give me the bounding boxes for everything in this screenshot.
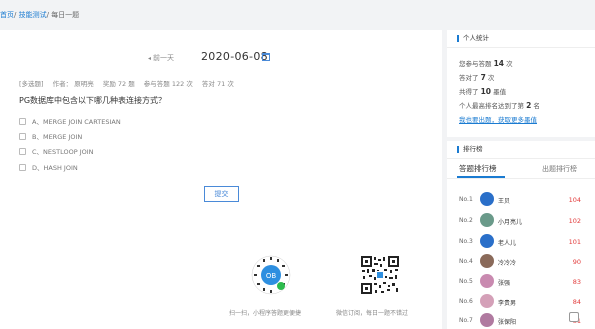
divider	[447, 47, 595, 48]
wechat-qr-code	[360, 255, 400, 295]
stat-correct: 答对了 7 次	[459, 72, 494, 82]
user-score: 102	[568, 217, 581, 225]
question-author: 作者： 原明亮	[52, 80, 94, 88]
option-label: B、MERGE JOIN	[32, 133, 83, 141]
stat-participated: 您参与答题 14 次	[459, 58, 513, 68]
current-date: 2020-06-08	[201, 50, 268, 63]
stat-unit: 次	[506, 60, 513, 68]
previous-day-label: 前一天	[153, 54, 175, 62]
checkbox[interactable]	[19, 164, 26, 171]
stat-label: 共得了	[459, 88, 479, 96]
rank-number: No.1	[459, 196, 473, 203]
stat-unit: 次	[487, 74, 495, 82]
top-bar: 首页/ 技能测试/ 每日一题	[0, 0, 595, 30]
leaderboard-panel: 排行榜 答题排行榜 出题排行榜 No.1 王贝 104 No.2 小月亮儿 10…	[447, 141, 595, 329]
previous-day-link[interactable]: ◂ 前一天	[148, 53, 174, 63]
breadcrumb-section[interactable]: 技能测试	[19, 11, 47, 19]
stat-best-rank: 个人最高排名达到了第 2 名	[459, 100, 540, 110]
feedback-icon[interactable]	[569, 312, 579, 322]
checkbox[interactable]	[19, 133, 26, 140]
user-score: 101	[568, 238, 581, 246]
leaderboard-row[interactable]: No.6 李贵男 84	[447, 294, 595, 310]
avatar	[480, 313, 494, 327]
user-name: 李贵男	[498, 300, 517, 307]
miniprogram-caption: 扫一扫，小程序答题更便捷	[229, 310, 302, 317]
question-text: PG数据库中包含以下哪几种表连接方式？	[19, 96, 167, 105]
option-c[interactable]: C、NESTLOOP JOIN	[19, 146, 94, 156]
avatar	[480, 234, 494, 248]
rank-number: No.3	[459, 238, 473, 245]
breadcrumb-current: 每日一题	[51, 11, 80, 19]
tab-answer-ranking[interactable]: 答题排行榜	[459, 163, 497, 174]
stat-value: 10	[480, 87, 492, 96]
stat-value: 14	[493, 59, 505, 68]
user-score: 84	[572, 298, 581, 306]
option-d[interactable]: D、HASH JOIN	[19, 162, 78, 172]
user-name: 小月亮儿	[498, 219, 523, 226]
rank-number: No.4	[459, 258, 473, 265]
user-name: 冷冷冷	[498, 260, 517, 267]
leaderboard-row[interactable]: No.2 小月亮儿 102	[447, 213, 595, 229]
breadcrumb: 首页/ 技能测试/ 每日一题	[0, 10, 79, 20]
question-panel: ◂ 前一天 2020-06-08 [多选题] 作者： 原明亮 奖励 72 题 参与…	[0, 30, 442, 329]
rank-number: No.5	[459, 278, 473, 285]
divider	[447, 178, 595, 179]
stat-unit: 墨值	[493, 88, 507, 96]
chevron-left-icon: ◂	[148, 55, 152, 62]
avatar	[480, 274, 494, 288]
question-type: [多选题]	[19, 80, 44, 88]
question-meta: [多选题] 作者： 原明亮 奖励 72 题 参与答题 122 次 答对 71 次	[19, 78, 241, 88]
leaderboard-row[interactable]: No.5 张强 83	[447, 274, 595, 290]
option-a[interactable]: A、MERGE JOIN CARTESIAN	[19, 116, 121, 126]
option-label: C、NESTLOOP JOIN	[32, 148, 94, 156]
stat-unit: 名	[533, 102, 540, 110]
breadcrumb-separator: /	[14, 11, 17, 19]
stat-label: 答对了	[459, 74, 479, 82]
rank-number: No.7	[459, 317, 473, 324]
avatar	[480, 294, 494, 308]
avatar	[480, 254, 494, 268]
checkbox[interactable]	[19, 148, 26, 155]
personal-stats-panel: 个人统计 您参与答题 14 次 答对了 7 次 共得了 10 墨值 个人最高排名…	[447, 30, 595, 137]
stat-value: 2	[526, 101, 532, 110]
wechat-caption: 微信订阅，每日一题不错过	[336, 310, 409, 317]
user-name: 王贝	[498, 198, 511, 205]
breadcrumb-separator: /	[46, 11, 49, 19]
user-name: 张强	[498, 280, 511, 287]
avatar	[480, 192, 494, 206]
calendar-icon[interactable]	[262, 53, 270, 61]
question-correct-count: 答对 71 次	[201, 80, 234, 88]
stat-label: 您参与答题	[459, 60, 492, 68]
option-label: D、HASH JOIN	[32, 164, 78, 172]
rank-number: No.2	[459, 217, 473, 224]
create-question-link[interactable]: 我也要出题，获取更多墨值	[459, 114, 537, 124]
user-score: 104	[568, 196, 581, 204]
tab-question-ranking[interactable]: 出题排行榜	[542, 164, 577, 174]
stat-label: 个人最高排名达到了第	[459, 102, 524, 110]
user-name: 张保阳	[498, 319, 517, 326]
question-points: 奖励 72 题	[102, 80, 135, 88]
user-name: 老人儿	[498, 240, 517, 247]
leaderboard-title: 排行榜	[457, 146, 483, 153]
breadcrumb-home[interactable]: 首页	[0, 11, 14, 19]
user-score: 90	[572, 258, 581, 266]
qr-logo-text: OB	[266, 272, 277, 280]
option-label: A、MERGE JOIN CARTESIAN	[32, 118, 121, 126]
date-navigation: ◂ 前一天 2020-06-08	[0, 50, 442, 66]
leaderboard-row[interactable]: No.4 冷冷冷 90	[447, 254, 595, 270]
divider	[447, 158, 595, 159]
leaderboard-row[interactable]: No.1 王贝 104	[447, 192, 595, 208]
leaderboard-row[interactable]: No.3 老人儿 101	[447, 234, 595, 250]
stat-value: 7	[480, 73, 486, 82]
submit-button[interactable]: 提交	[204, 186, 239, 202]
personal-stats-title: 个人统计	[457, 35, 489, 42]
rank-number: No.6	[459, 298, 473, 305]
question-participants: 参与答题 122 次	[143, 80, 193, 88]
option-b[interactable]: B、MERGE JOIN	[19, 131, 82, 141]
user-score: 83	[572, 278, 581, 286]
checkbox[interactable]	[19, 118, 26, 125]
miniprogram-qr-code: OB	[251, 255, 291, 295]
avatar	[480, 213, 494, 227]
stat-points: 共得了 10 墨值	[459, 86, 506, 96]
